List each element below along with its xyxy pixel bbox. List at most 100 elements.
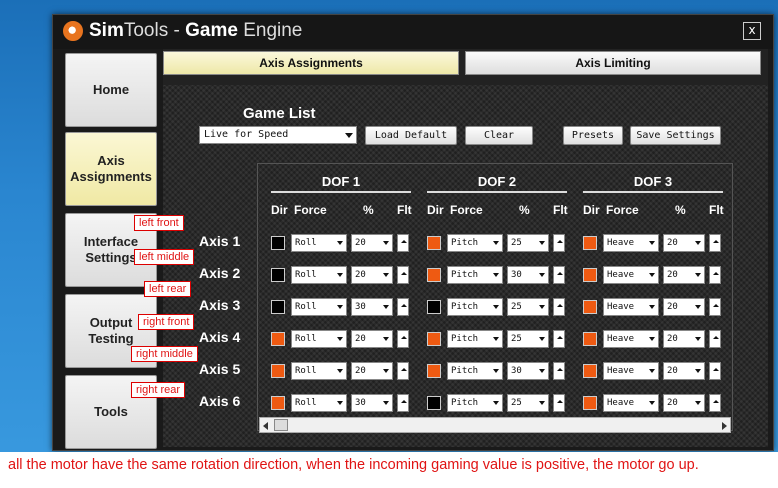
force-value: Heave bbox=[607, 270, 635, 280]
direction-checkbox[interactable] bbox=[427, 396, 441, 410]
direction-checkbox[interactable] bbox=[583, 236, 597, 250]
filter-spinner[interactable] bbox=[709, 394, 721, 412]
filter-spinner[interactable] bbox=[553, 394, 565, 412]
filter-spinner[interactable] bbox=[709, 266, 721, 284]
percent-dropdown[interactable]: 25 bbox=[507, 298, 549, 316]
nav-axis-assignments-button[interactable]: Axis Assignments bbox=[65, 132, 157, 206]
percent-dropdown[interactable]: 20 bbox=[351, 330, 393, 348]
force-dropdown[interactable]: Heave bbox=[603, 298, 659, 316]
filter-spinner[interactable] bbox=[709, 234, 721, 252]
direction-checkbox[interactable] bbox=[583, 332, 597, 346]
force-dropdown[interactable]: Roll bbox=[291, 394, 347, 412]
force-dropdown[interactable]: Roll bbox=[291, 298, 347, 316]
direction-checkbox[interactable] bbox=[583, 268, 597, 282]
filter-spinner[interactable] bbox=[553, 234, 565, 252]
percent-dropdown[interactable]: 20 bbox=[663, 362, 705, 380]
force-value: Roll bbox=[295, 238, 317, 248]
force-dropdown[interactable]: Heave bbox=[603, 266, 659, 284]
direction-checkbox[interactable] bbox=[583, 396, 597, 410]
chevron-down-icon bbox=[649, 273, 655, 277]
force-dropdown[interactable]: Pitch bbox=[447, 394, 503, 412]
direction-checkbox[interactable] bbox=[583, 300, 597, 314]
filter-spinner[interactable] bbox=[397, 266, 409, 284]
percent-dropdown[interactable]: 30 bbox=[507, 362, 549, 380]
percent-dropdown[interactable]: 20 bbox=[663, 234, 705, 252]
filter-spinner[interactable] bbox=[553, 298, 565, 316]
direction-checkbox[interactable] bbox=[427, 300, 441, 314]
tab-axis-limiting[interactable]: Axis Limiting bbox=[465, 51, 761, 75]
force-dropdown[interactable]: Roll bbox=[291, 330, 347, 348]
percent-value: 25 bbox=[511, 398, 522, 408]
scroll-thumb[interactable] bbox=[274, 419, 288, 431]
axis-grid bbox=[257, 163, 733, 431]
percent-value: 20 bbox=[667, 302, 678, 312]
filter-spinner[interactable] bbox=[397, 394, 409, 412]
nav-home-button[interactable]: Home bbox=[65, 53, 157, 127]
scroll-left-arrow-icon[interactable] bbox=[263, 422, 268, 430]
force-dropdown[interactable]: Heave bbox=[603, 234, 659, 252]
percent-dropdown[interactable]: 30 bbox=[507, 266, 549, 284]
force-dropdown[interactable]: Heave bbox=[603, 362, 659, 380]
filter-spinner[interactable] bbox=[397, 234, 409, 252]
force-dropdown[interactable]: Roll bbox=[291, 266, 347, 284]
direction-checkbox[interactable] bbox=[427, 332, 441, 346]
annotation-right-middle: right middle bbox=[131, 346, 198, 362]
direction-checkbox[interactable] bbox=[271, 332, 285, 346]
axis-label-3: Axis 3 bbox=[199, 297, 241, 313]
direction-checkbox[interactable] bbox=[271, 268, 285, 282]
direction-checkbox[interactable] bbox=[271, 236, 285, 250]
percent-dropdown[interactable]: 30 bbox=[351, 298, 393, 316]
force-dropdown[interactable]: Pitch bbox=[447, 266, 503, 284]
save-settings-button[interactable]: Save Settings bbox=[630, 126, 721, 145]
tab-axis-assignments[interactable]: Axis Assignments bbox=[163, 51, 459, 75]
chevron-down-icon bbox=[337, 369, 343, 373]
filter-spinner[interactable] bbox=[553, 362, 565, 380]
filter-spinner[interactable] bbox=[709, 330, 721, 348]
direction-checkbox[interactable] bbox=[427, 364, 441, 378]
game-list-dropdown[interactable]: Live for Speed bbox=[199, 126, 357, 144]
direction-checkbox[interactable] bbox=[427, 236, 441, 250]
filter-spinner[interactable] bbox=[709, 362, 721, 380]
percent-dropdown[interactable]: 20 bbox=[663, 298, 705, 316]
force-dropdown[interactable]: Roll bbox=[291, 362, 347, 380]
force-dropdown[interactable]: Pitch bbox=[447, 362, 503, 380]
force-dropdown[interactable]: Pitch bbox=[447, 330, 503, 348]
direction-checkbox[interactable] bbox=[271, 396, 285, 410]
force-dropdown[interactable]: Pitch bbox=[447, 298, 503, 316]
load-default-button[interactable]: Load Default bbox=[365, 126, 457, 145]
force-value: Heave bbox=[607, 366, 635, 376]
nav-output-testing-label: Output Testing bbox=[88, 315, 133, 347]
force-dropdown[interactable]: Pitch bbox=[447, 234, 503, 252]
percent-dropdown[interactable]: 20 bbox=[663, 394, 705, 412]
direction-checkbox[interactable] bbox=[583, 364, 597, 378]
filter-spinner[interactable] bbox=[397, 362, 409, 380]
chevron-down-icon bbox=[383, 273, 389, 277]
chevron-down-icon bbox=[383, 401, 389, 405]
force-dropdown[interactable]: Heave bbox=[603, 394, 659, 412]
percent-dropdown[interactable]: 25 bbox=[507, 330, 549, 348]
direction-checkbox[interactable] bbox=[427, 268, 441, 282]
percent-dropdown[interactable]: 20 bbox=[663, 330, 705, 348]
filter-spinner[interactable] bbox=[397, 330, 409, 348]
horizontal-scrollbar[interactable] bbox=[259, 417, 731, 433]
percent-dropdown[interactable]: 30 bbox=[351, 394, 393, 412]
force-dropdown[interactable]: Roll bbox=[291, 234, 347, 252]
scroll-right-arrow-icon[interactable] bbox=[722, 422, 727, 430]
percent-dropdown[interactable]: 25 bbox=[507, 394, 549, 412]
percent-dropdown[interactable]: 20 bbox=[351, 362, 393, 380]
filter-spinner[interactable] bbox=[709, 298, 721, 316]
percent-dropdown[interactable]: 20 bbox=[351, 266, 393, 284]
filter-spinner[interactable] bbox=[553, 266, 565, 284]
filter-spinner[interactable] bbox=[553, 330, 565, 348]
force-dropdown[interactable]: Heave bbox=[603, 330, 659, 348]
filter-spinner[interactable] bbox=[397, 298, 409, 316]
percent-dropdown[interactable]: 20 bbox=[663, 266, 705, 284]
percent-dropdown[interactable]: 25 bbox=[507, 234, 549, 252]
close-button[interactable]: x bbox=[743, 22, 761, 40]
direction-checkbox[interactable] bbox=[271, 300, 285, 314]
direction-checkbox[interactable] bbox=[271, 364, 285, 378]
clear-button[interactable]: Clear bbox=[465, 126, 533, 145]
chevron-down-icon bbox=[649, 369, 655, 373]
presets-button[interactable]: Presets bbox=[563, 126, 623, 145]
percent-dropdown[interactable]: 20 bbox=[351, 234, 393, 252]
